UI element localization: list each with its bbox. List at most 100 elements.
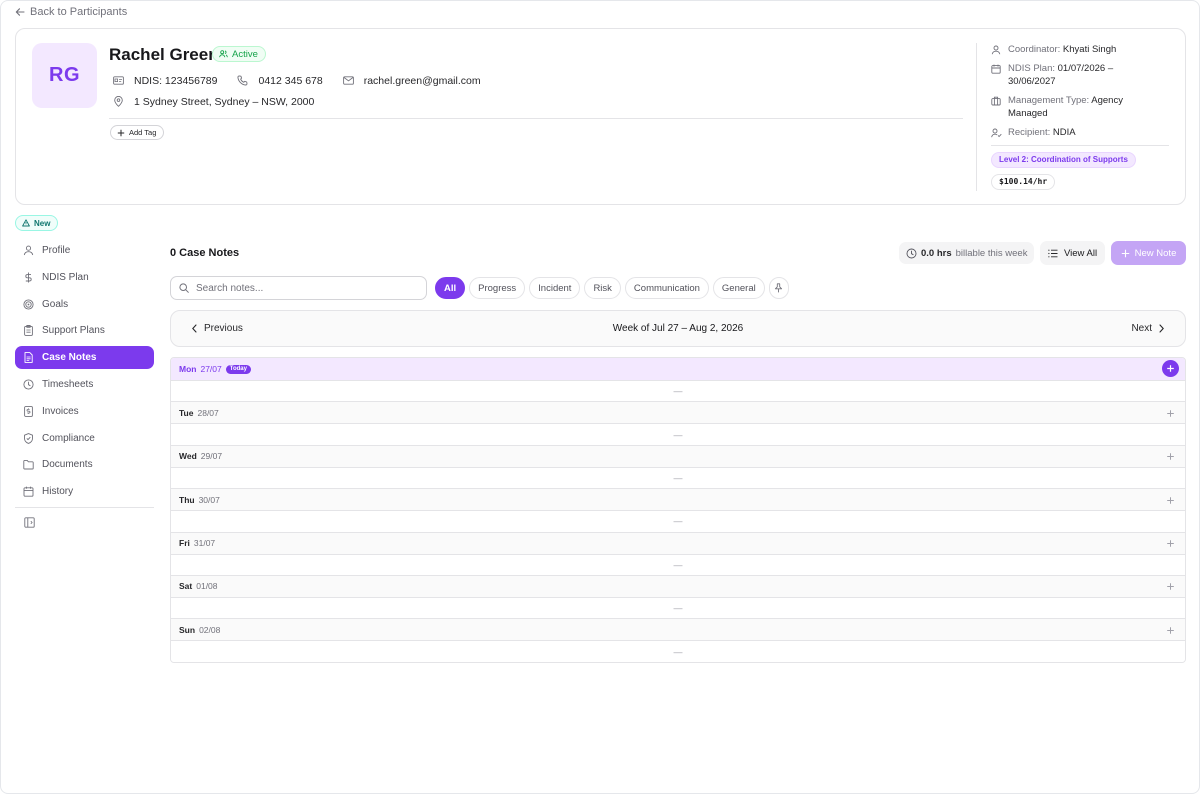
add-note-day-button[interactable] — [1163, 580, 1177, 594]
address-row: 1 Sydney Street, Sydney – NSW, 2000 — [111, 94, 332, 109]
users-icon — [219, 50, 228, 58]
filter-general[interactable]: General — [712, 277, 765, 299]
add-note-day-button[interactable] — [1163, 623, 1177, 637]
new-badge-label: New — [34, 218, 51, 228]
target-icon — [23, 299, 34, 310]
day-date: 29/07 — [200, 451, 223, 462]
support-level-badge: Level 2: Coordination of Supports — [991, 152, 1136, 168]
plus-icon — [117, 129, 125, 137]
add-note-day-button[interactable] — [1163, 493, 1177, 507]
briefcase-icon — [991, 94, 1002, 107]
details-divider — [991, 145, 1169, 146]
day-name: Tue — [179, 407, 194, 418]
sidebar-collapse-icon — [24, 517, 35, 528]
pin-icon — [774, 283, 783, 293]
pinned-filter-button[interactable] — [768, 277, 789, 299]
previous-label: Previous — [204, 323, 243, 334]
app-frame: Back to Participants RG Rachel Green Act… — [0, 0, 1200, 794]
list-icon — [1048, 249, 1058, 258]
next-week-button[interactable]: Next — [1131, 311, 1165, 346]
filter-chips: All Progress Incident Risk Communication… — [435, 277, 789, 299]
day-empty-state: — — [171, 510, 1185, 532]
add-note-day-button[interactable] — [1162, 360, 1179, 377]
mail-icon — [341, 73, 356, 88]
add-note-day-button[interactable] — [1163, 406, 1177, 420]
day-date: 31/07 — [193, 538, 216, 549]
phone-text: 0412 345 678 — [258, 74, 323, 87]
participant-header-card: RG Rachel Green Active NDIS: 123456789 0… — [15, 28, 1186, 205]
header-divider — [109, 118, 963, 119]
filter-communication[interactable]: Communication — [624, 277, 709, 299]
header-vertical-divider — [976, 43, 977, 191]
day-section: Tue 28/07 — — [171, 401, 1185, 445]
filter-risk[interactable]: Risk — [584, 277, 621, 299]
week-label: Week of Jul 27 – Aug 2, 2026 — [612, 323, 744, 334]
day-empty-state: — — [171, 596, 1185, 619]
id-card-icon — [111, 73, 126, 88]
sidebar-item-history[interactable]: History — [15, 480, 154, 503]
week-days-list: Mon 27/07 Today — Tue 28/07 — Wed 29/07 … — [170, 357, 1186, 663]
sidebar-item-compliance[interactable]: Compliance — [15, 427, 154, 450]
day-empty-state: — — [171, 423, 1185, 445]
management-row: Management Type: Agency Managed — [991, 94, 1171, 120]
sidebar-item-label: NDIS Plan — [42, 271, 89, 283]
map-pin-icon — [111, 94, 126, 109]
day-header: Wed 29/07 — [171, 444, 1185, 467]
day-date: 30/07 — [198, 494, 220, 505]
ndis-text: NDIS: 123456789 — [134, 74, 218, 87]
billable-hours-value: 0.0 hrs — [921, 247, 952, 259]
email-address[interactable]: rachel.green@gmail.com — [341, 73, 481, 88]
recipient-row: Recipient: NDIA — [991, 126, 1171, 139]
sidebar-item-support-plans[interactable]: Support Plans — [15, 319, 154, 342]
sidebar-divider — [15, 506, 154, 508]
filter-all[interactable]: All — [435, 277, 466, 299]
day-empty-state: — — [171, 640, 1185, 662]
sidebar-item-invoices[interactable]: Invoices — [15, 400, 154, 423]
contact-row: NDIS: 123456789 0412 345 678 rachel.gree… — [111, 73, 499, 88]
sidebar-item-profile[interactable]: Profile — [15, 239, 154, 262]
day-header: Fri 31/07 — [171, 531, 1185, 554]
sidebar-item-case-notes[interactable]: Case Notes — [15, 346, 154, 370]
ndis-plan-label: NDIS Plan: — [1008, 63, 1055, 74]
search-input[interactable]: Search notes... — [170, 276, 427, 300]
add-note-day-button[interactable] — [1163, 450, 1177, 464]
collapse-sidebar-button[interactable] — [24, 516, 35, 528]
add-note-day-button[interactable] — [1163, 537, 1177, 551]
day-name: Sat — [179, 581, 193, 592]
new-note-button[interactable]: New Note — [1111, 241, 1186, 265]
back-to-participants-link[interactable]: Back to Participants — [15, 5, 127, 19]
phone-number[interactable]: 0412 345 678 — [235, 73, 323, 88]
ndis-number: NDIS: 123456789 — [111, 73, 217, 88]
day-empty-state: — — [171, 553, 1185, 575]
add-tag-button[interactable]: Add Tag — [110, 125, 165, 140]
status-badge: Active — [212, 46, 266, 62]
coordinator-value: Khyati Singh — [1062, 44, 1117, 55]
sidebar-item-documents[interactable]: Documents — [15, 453, 154, 476]
filter-incident[interactable]: Incident — [529, 277, 581, 299]
day-section: Sat 01/08 — — [171, 574, 1185, 619]
address: 1 Sydney Street, Sydney – NSW, 2000 — [111, 94, 314, 109]
sidebar-item-goals[interactable]: Goals — [15, 293, 154, 316]
day-date: 02/08 — [199, 624, 221, 635]
plan-details: Coordinator: Khyati Singh NDIS Plan: 01/… — [991, 43, 1171, 190]
day-header: Tue 28/07 — [171, 401, 1185, 424]
filter-progress[interactable]: Progress — [469, 277, 526, 299]
coordinator-row: Coordinator: Khyati Singh — [991, 43, 1171, 56]
sidebar-item-label: Timesheets — [42, 378, 94, 390]
view-all-button[interactable]: View All — [1040, 241, 1106, 265]
rate-badge: $100.14/hr — [991, 174, 1056, 190]
sidebar-item-timesheets[interactable]: Timesheets — [15, 373, 154, 396]
day-empty-state: — — [171, 466, 1185, 489]
email-text: rachel.green@gmail.com — [363, 74, 481, 87]
invoice-icon — [23, 405, 34, 417]
day-section: Fri 31/07 — — [171, 531, 1185, 575]
recipient-value: NDIA — [1052, 127, 1076, 138]
previous-week-button[interactable]: Previous — [191, 311, 243, 346]
day-section: Sun 02/08 — — [171, 618, 1185, 662]
calendar-icon — [991, 62, 1002, 75]
sidebar-item-label: Invoices — [42, 405, 79, 417]
day-section: Mon 27/07 Today — — [171, 358, 1185, 402]
sidebar-item-ndis-plan[interactable]: NDIS Plan — [15, 266, 154, 289]
chevron-right-icon — [1158, 324, 1165, 333]
sidebar-item-label: Documents — [42, 459, 93, 471]
